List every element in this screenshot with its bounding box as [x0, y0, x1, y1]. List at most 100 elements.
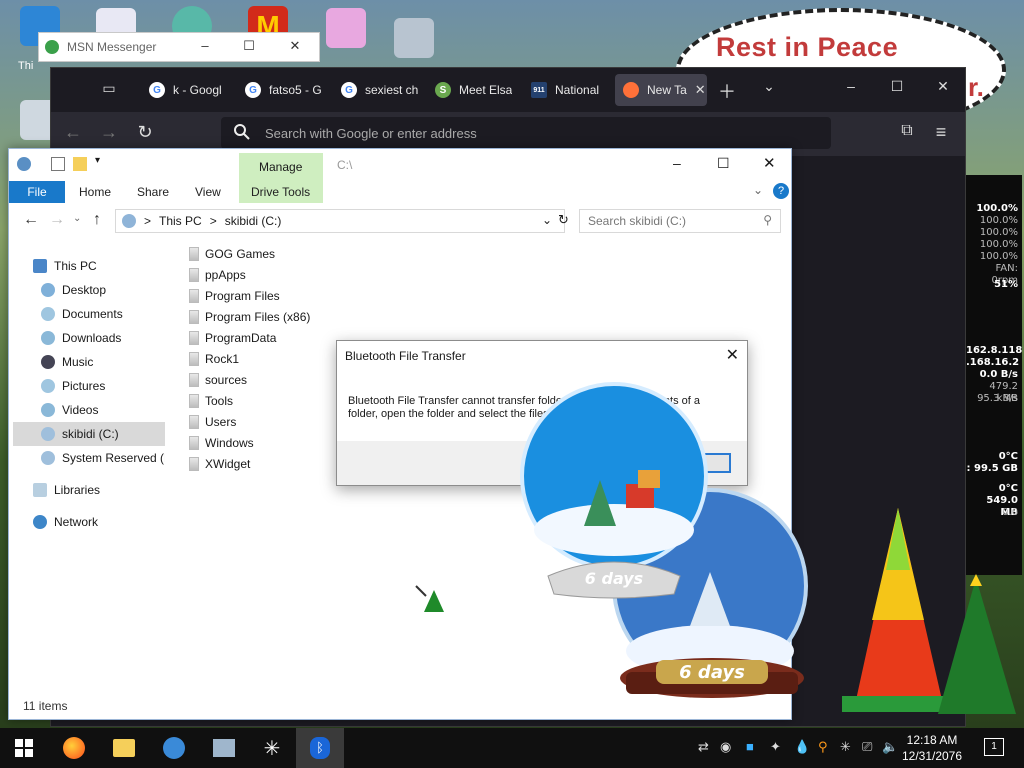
maximize-icon[interactable]: ☐ [241, 38, 257, 54]
breadcrumb-this-pc[interactable]: This PC [159, 214, 202, 228]
network-icon[interactable]: ⎚ [862, 739, 872, 755]
new-tab-icon[interactable]: ＋ [715, 78, 739, 104]
app-window-icon [213, 739, 235, 757]
taskbar-app-window[interactable] [200, 728, 248, 768]
taskbar-sparkle-app[interactable]: ✳ [248, 728, 296, 768]
back-arrow-icon[interactable]: ← [61, 122, 85, 143]
taskbar-bluetooth[interactable]: ᛒ [296, 728, 344, 768]
list-item[interactable]: XWidget [189, 454, 250, 474]
list-item[interactable]: sources [189, 370, 247, 390]
url-bar[interactable]: Search with Google or enter address [221, 117, 831, 149]
desktop-icon-house[interactable] [394, 18, 434, 58]
forward-arrow-icon[interactable]: → [97, 122, 121, 143]
nav-pictures[interactable]: Pictures [41, 374, 105, 398]
tray-search-icon[interactable]: ⚲ [818, 739, 828, 755]
christmas-tree [938, 574, 1016, 714]
monitor-line: 479.2 kB/s [989, 381, 1018, 404]
tray-sparkle-icon[interactable]: ✳ [840, 739, 851, 755]
list-item[interactable]: ppApps [189, 265, 246, 285]
google-icon: G [149, 82, 165, 98]
nav-libraries[interactable]: Libraries [33, 478, 100, 502]
minimize-icon[interactable]: – [673, 155, 681, 171]
ribbon-tab-share[interactable]: Share [137, 185, 169, 199]
back-arrow-icon[interactable]: ← [23, 211, 39, 229]
ribbon-tab-view[interactable]: View [195, 185, 221, 199]
ribbon-tab-home[interactable]: Home [79, 185, 111, 199]
nav-downloads[interactable]: Downloads [41, 326, 121, 350]
desktop-icon-pig[interactable] [326, 8, 366, 48]
list-item[interactable]: Users [189, 412, 236, 432]
search-input[interactable]: Search skibidi (C:) ⚲ [579, 209, 781, 233]
nav-this-pc[interactable]: This PC [33, 254, 97, 278]
close-icon[interactable]: ✕ [287, 38, 303, 54]
system-clock[interactable]: 12:18 AM 12/31/2076 [896, 732, 968, 764]
list-item[interactable]: GOG Games [189, 244, 275, 264]
list-item[interactable]: Program Files (x86) [189, 307, 310, 327]
ribbon-tab-file[interactable]: File [9, 181, 65, 203]
close-icon[interactable]: ✕ [763, 154, 776, 172]
nav-documents[interactable]: Documents [41, 302, 123, 326]
ribbon-tab-drive-tools[interactable]: Drive Tools [251, 185, 310, 199]
close-tab-icon[interactable]: ✕ [695, 82, 706, 98]
address-bar[interactable]: > This PC > skibidi (C:) ⌄ ↻ [115, 209, 569, 233]
ribbon-expand-chevron-icon[interactable]: ⌄ [753, 183, 763, 197]
list-item[interactable]: Program Files [189, 286, 280, 306]
start-button[interactable] [0, 728, 48, 768]
google-icon: G [341, 82, 357, 98]
nav-skibidi-drive[interactable]: skibidi (C:) [13, 422, 165, 446]
tab-new-tab[interactable]: New Ta ✕ [615, 74, 707, 106]
list-item[interactable]: ProgramData [189, 328, 276, 348]
list-item[interactable]: Windows [189, 433, 254, 453]
menu-icon[interactable]: ≡ [929, 122, 953, 143]
tab-google-1[interactable]: G k - Googl [141, 74, 231, 106]
system-monitor-gadget: 100.0% 100.0% 100.0% 100.0% 100.0% FAN: … [966, 175, 1022, 575]
nav-music[interactable]: Music [41, 350, 93, 374]
quick-access-chevron-icon[interactable]: ▾ [95, 155, 100, 166]
search-placeholder: Search skibidi (C:) [588, 214, 687, 228]
extensions-icon[interactable]: ⧉ [895, 122, 919, 140]
nav-videos[interactable]: Videos [41, 398, 98, 422]
list-item[interactable]: Rock1 [189, 349, 239, 369]
maximize-icon[interactable]: ☐ [717, 155, 730, 172]
music-icon [41, 355, 55, 369]
msn-messenger-window[interactable]: MSN Messenger – ☐ ✕ [38, 32, 320, 62]
new-folder-icon[interactable] [73, 157, 87, 171]
reload-icon[interactable]: ↻ [133, 122, 157, 143]
minimize-icon[interactable]: – [197, 38, 213, 53]
tab-national[interactable]: 911 National [523, 74, 613, 106]
up-arrow-icon[interactable]: ↑ [93, 211, 101, 229]
folder-icon [189, 436, 199, 450]
properties-icon[interactable] [51, 157, 65, 171]
taskbar-msn[interactable] [150, 728, 198, 768]
tray-drop-icon[interactable]: 💧 [794, 739, 810, 755]
list-item[interactable]: Tools [189, 391, 233, 411]
manage-label[interactable]: Manage [259, 160, 302, 174]
nav-desktop[interactable]: Desktop [41, 278, 106, 302]
tray-app-icon[interactable]: ⇄ [698, 739, 709, 755]
tab-google-3[interactable]: G sexiest ch [333, 74, 423, 106]
tray-square-icon[interactable]: ■ [746, 739, 754, 754]
tab-meet-elsa[interactable]: S Meet Elsa [427, 74, 517, 106]
taskbar-firefox[interactable] [50, 728, 98, 768]
breadcrumb-current[interactable]: skibidi (C:) [225, 214, 282, 228]
tab-overview-icon[interactable]: ▭ [97, 80, 121, 97]
minimize-icon[interactable]: – [839, 78, 863, 94]
tray-gift-icon[interactable]: ✦ [770, 739, 781, 755]
maximize-icon[interactable]: ☐ [885, 78, 909, 95]
recent-chevron-icon[interactable]: ⌄ [73, 213, 81, 224]
nav-network[interactable]: Network [33, 510, 98, 534]
close-icon[interactable]: ✕ [931, 78, 955, 95]
taskbar-file-explorer[interactable] [100, 728, 148, 768]
notification-icon[interactable]: 1 [984, 738, 1004, 756]
tray-record-icon[interactable]: ◉ [720, 739, 731, 755]
chevron-down-icon[interactable]: ⌄ [757, 78, 781, 95]
refresh-icon[interactable]: ↻ [558, 212, 569, 228]
forward-arrow-icon[interactable]: → [49, 211, 65, 229]
taskbar: ✳ ᛒ ⇄ ◉ ■ ✦ 💧 ⚲ ✳ ⎚ 🔈 12:18 AM 12/31/207… [0, 728, 1024, 768]
firefox-icon [623, 82, 639, 98]
nav-system-reserved[interactable]: System Reserved (E: [41, 446, 165, 470]
tab-google-2[interactable]: G fatso5 - G [237, 74, 327, 106]
address-dropdown-icon[interactable]: ⌄ [542, 213, 552, 227]
close-icon[interactable]: ✕ [726, 345, 739, 365]
help-icon[interactable]: ? [773, 183, 789, 199]
